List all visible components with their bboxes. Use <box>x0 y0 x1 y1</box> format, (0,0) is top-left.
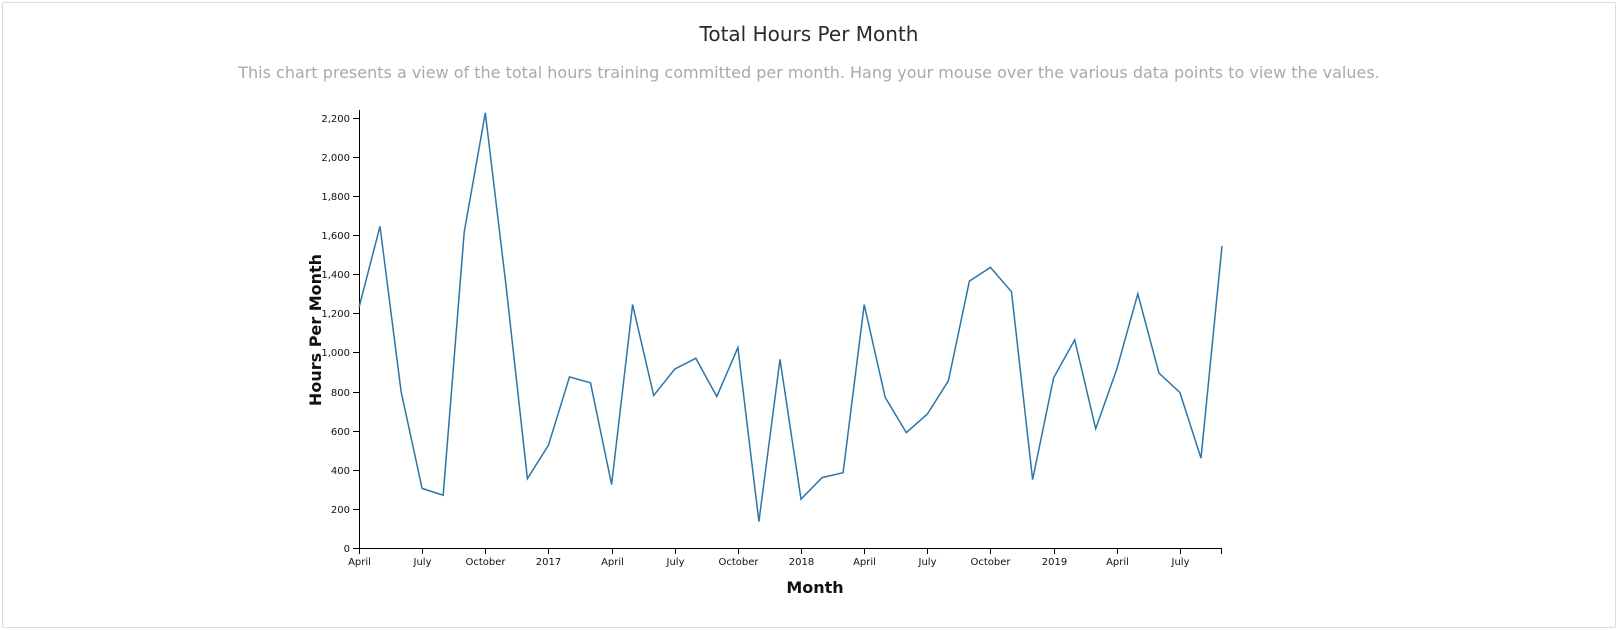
series-line-total-hours[interactable] <box>358 112 1223 522</box>
data-point[interactable]: 1615 <box>460 228 468 236</box>
data-point[interactable]: 460 <box>1197 454 1205 462</box>
x-tick-label: April <box>853 557 876 568</box>
data-point[interactable]: 800 <box>397 388 405 396</box>
data-point[interactable]: 795 <box>1176 389 1184 397</box>
data-point[interactable]: 325 <box>608 481 616 489</box>
x-tick-label: October <box>970 557 1011 568</box>
y-tick-label: 1,000 <box>321 348 350 359</box>
y-tick-label: 1,400 <box>321 270 350 281</box>
data-point[interactable]: 305 <box>418 484 426 492</box>
data-point[interactable]: 135 <box>755 518 763 526</box>
data-point[interactable]: 1230 <box>355 304 363 312</box>
x-tick-label: April <box>601 557 624 568</box>
x-tick-label: April <box>1106 557 1129 568</box>
data-point[interactable]: 1545 <box>1218 242 1226 250</box>
y-tick-label: 200 <box>331 505 350 516</box>
data-point[interactable]: 525 <box>544 441 552 449</box>
data-point[interactable]: 355 <box>523 475 531 483</box>
x-tick-label: October <box>718 557 759 568</box>
x-tick-label: 2019 <box>1042 557 1067 568</box>
y-tick-label: 800 <box>331 388 350 399</box>
x-axis-title: Month <box>786 578 843 597</box>
data-point[interactable]: 895 <box>1155 369 1163 377</box>
y-tick-label: 2,200 <box>321 114 350 125</box>
data-point[interactable]: 780 <box>650 392 658 400</box>
data-point[interactable]: 1435 <box>987 263 995 271</box>
data-point[interactable]: 590 <box>902 429 910 437</box>
data-point[interactable]: 915 <box>1113 365 1121 373</box>
y-axis-title: Hours Per Month <box>306 254 325 406</box>
data-point[interactable]: 875 <box>566 373 574 381</box>
x-tick-label: 2018 <box>789 557 814 568</box>
data-point[interactable]: 350 <box>1029 476 1037 484</box>
data-point[interactable]: 385 <box>839 469 847 477</box>
data-point[interactable]: 1310 <box>1008 288 1016 296</box>
y-tick-label: 1,600 <box>321 231 350 242</box>
data-point[interactable]: 2225 <box>481 109 489 117</box>
data-point[interactable]: 1330 <box>502 284 510 292</box>
data-point[interactable]: 360 <box>818 474 826 482</box>
data-point[interactable]: 845 <box>587 379 595 387</box>
y-tick-label: 1,800 <box>321 192 350 203</box>
data-point[interactable]: 250 <box>797 495 805 503</box>
data-point[interactable]: 1065 <box>1071 336 1079 344</box>
y-tick-label: 1,200 <box>321 309 350 320</box>
x-axis: April July October 2017 April July October 2018… <box>348 548 1222 568</box>
data-point[interactable]: 1245 <box>860 301 868 309</box>
data-point[interactable]: 855 <box>944 377 952 385</box>
x-tick-label: July <box>918 557 937 568</box>
x-tick-label: July <box>1171 557 1190 568</box>
data-point[interactable]: 970 <box>692 354 700 362</box>
data-point[interactable]: 1645 <box>376 222 384 230</box>
y-axis: 0 200 400 600 800 1,000 1,200 1,400 1,600 1,800 2,… <box>321 110 360 555</box>
x-tick-label: October <box>465 557 506 568</box>
data-point[interactable]: 775 <box>713 393 721 401</box>
line-chart: 0 200 400 600 800 1,000 1,200 1,400 1,600 1,800 2,… <box>306 109 1226 597</box>
data-point[interactable]: 770 <box>881 393 889 401</box>
data-point[interactable]: 915 <box>671 365 679 373</box>
x-tick-label: 2017 <box>536 557 561 568</box>
data-point[interactable]: 1245 <box>629 301 637 309</box>
data-point[interactable]: 270 <box>439 491 447 499</box>
data-point[interactable]: 870 <box>1050 374 1058 382</box>
data-point[interactable]: 1365 <box>965 277 973 285</box>
y-tick-label: 0 <box>344 544 350 555</box>
x-tick-label: April <box>348 557 371 568</box>
data-point[interactable]: 1025 <box>734 344 742 352</box>
x-tick-label: July <box>666 557 685 568</box>
x-tick-label: July <box>413 557 432 568</box>
data-point[interactable]: 685 <box>923 410 931 418</box>
y-tick-label: 600 <box>331 427 350 438</box>
y-tick-label: 2,000 <box>321 153 350 164</box>
y-tick-label: 400 <box>331 466 350 477</box>
data-point[interactable]: 1300 <box>1134 290 1142 298</box>
data-points: 1230 1645 800 305 270 1615 2225 1330 355 525 875 84… <box>355 109 1226 526</box>
data-point[interactable]: 965 <box>776 355 784 363</box>
data-point[interactable]: 610 <box>1092 425 1100 433</box>
